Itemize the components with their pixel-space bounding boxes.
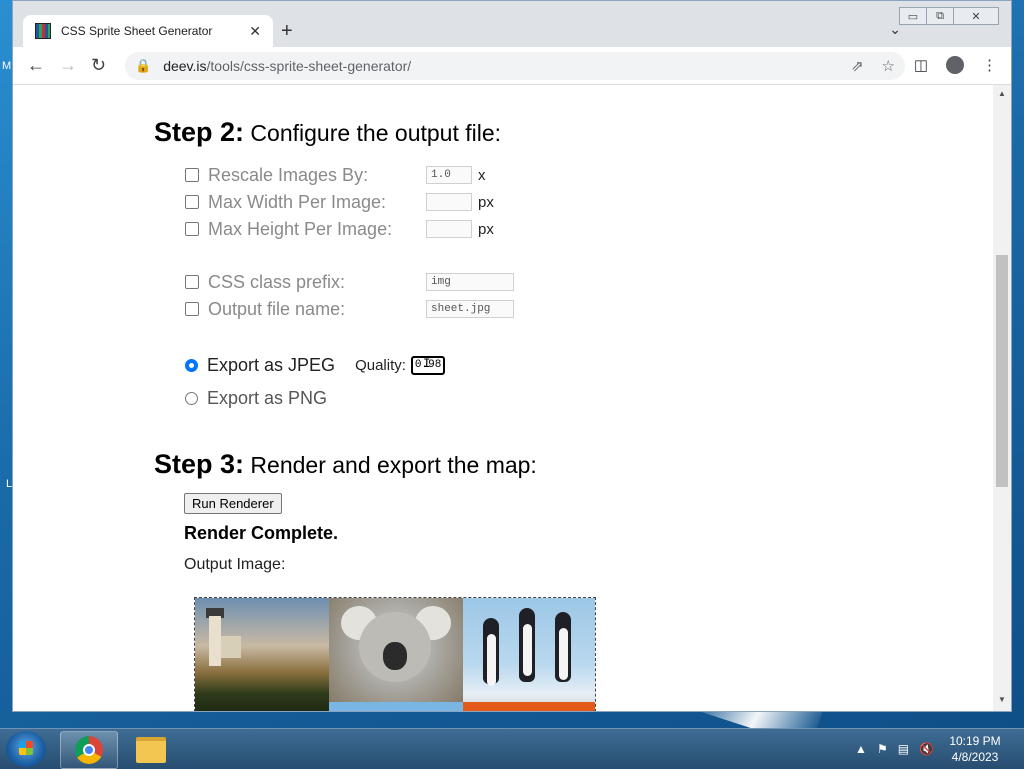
rescale-unit: x	[478, 166, 486, 184]
css-prefix-checkbox[interactable]	[185, 275, 199, 289]
step2-label: Step 2:	[154, 117, 245, 147]
system-tray: ▲ ⚑ ▤ 🔇 10:19 PM 4/8/2023	[855, 729, 1024, 769]
css-prefix-input[interactable]: img	[426, 273, 514, 291]
quality-input[interactable]: 0.98 I	[410, 356, 445, 375]
tray-expand-icon[interactable]: ▲	[855, 742, 867, 756]
css-prefix-label: CSS class prefix:	[208, 271, 346, 292]
toolbar-right-actions: ◫ ⋮	[914, 56, 997, 74]
lock-icon[interactable]: 🔒	[135, 58, 151, 74]
output-filename-label: Output file name:	[208, 298, 346, 319]
file-explorer-icon[interactable]	[136, 737, 166, 763]
max-height-checkbox[interactable]	[185, 222, 199, 236]
rescale-label: Rescale Images By:	[208, 164, 369, 185]
desktop-edge-text: M	[2, 60, 12, 72]
chrome-icon	[75, 736, 103, 764]
window-controls: ▭ ⧉ ✕	[899, 7, 999, 25]
taskbar-clock[interactable]: 10:19 PM 4/8/2023	[944, 733, 1006, 765]
lighthouse-house	[221, 636, 241, 658]
rescale-checkbox[interactable]	[185, 168, 199, 182]
new-tab-button[interactable]: +	[281, 19, 293, 43]
tab-close-icon[interactable]: ✕	[249, 23, 261, 40]
share-icon[interactable]: ⇗	[851, 57, 864, 75]
lighthouse-tower	[209, 616, 221, 666]
clock-time: 10:19 PM	[949, 734, 1001, 748]
clock-date: 4/8/2023	[951, 750, 999, 764]
max-width-input[interactable]	[426, 193, 472, 211]
side-panel-icon[interactable]: ◫	[914, 56, 928, 74]
quality-label: Quality:	[355, 357, 406, 374]
export-png-radio[interactable]	[185, 392, 198, 405]
step3-label: Step 3:	[154, 449, 245, 479]
scroll-up-arrow-icon[interactable]: ▲	[998, 89, 1006, 98]
sprite-hydrangeas-partial	[329, 702, 463, 711]
penguin-1	[483, 618, 499, 686]
max-width-checkbox[interactable]	[185, 195, 199, 209]
kebab-menu-icon[interactable]: ⋮	[982, 56, 997, 74]
max-height-label: Max Height Per Image:	[208, 218, 393, 239]
tab-title: CSS Sprite Sheet Generator	[61, 24, 213, 38]
output-filename-input[interactable]: sheet.jpg	[426, 300, 514, 318]
option-css-prefix: CSS class prefix: img	[185, 271, 514, 293]
max-width-unit: px	[478, 193, 494, 211]
option-max-height: Max Height Per Image: px	[185, 218, 494, 240]
penguin-3	[555, 612, 571, 682]
option-rescale: Rescale Images By: 1.0 x	[185, 164, 486, 186]
export-jpeg-radio[interactable]	[185, 359, 198, 372]
bookmark-star-icon[interactable]: ☆	[882, 57, 895, 75]
output-sprite-sheet	[194, 597, 596, 711]
forward-arrow-icon[interactable]: →	[59, 55, 77, 75]
render-status: Render Complete.	[184, 523, 339, 543]
step2-title: Configure the output file:	[244, 120, 502, 146]
tab-css-sprite-sheet-generator[interactable]: CSS Sprite Sheet Generator ✕	[23, 15, 273, 47]
output-image-label: Output Image:	[184, 556, 286, 573]
scroll-down-arrow-icon[interactable]: ▼	[998, 695, 1006, 704]
export-jpeg-label[interactable]: Export as JPEG	[207, 355, 335, 376]
maximize-button[interactable]: ⧉	[926, 7, 954, 25]
sprite-penguins	[463, 598, 595, 711]
step3-heading: Step 3: Render and export the map:	[154, 449, 537, 480]
network-icon[interactable]: ▤	[898, 742, 909, 756]
browser-window: CSS Sprite Sheet Generator ✕ + ⌄ ▭ ⧉ ✕ ←…	[12, 0, 1012, 712]
max-height-unit: px	[478, 220, 494, 238]
page-viewport: Step 2: Configure the output file: Resca…	[13, 85, 993, 711]
taskbar: ▲ ⚑ ▤ 🔇 10:19 PM 4/8/2023	[0, 728, 1024, 769]
sprite-tulips-partial	[463, 702, 595, 711]
max-width-label: Max Width Per Image:	[208, 191, 387, 212]
export-png-row: Export as PNG	[185, 388, 327, 409]
export-jpeg-row: Export as JPEG Quality: 0.98 I	[185, 355, 445, 376]
close-window-button[interactable]: ✕	[953, 7, 999, 25]
url-path: /tools/css-sprite-sheet-generator/	[206, 58, 412, 74]
taskbar-chrome-button[interactable]	[60, 731, 118, 769]
back-arrow-icon[interactable]: ←	[27, 55, 45, 75]
address-bar-actions: ⇗ ☆	[851, 57, 895, 75]
profile-avatar-icon[interactable]	[946, 56, 964, 74]
option-max-width: Max Width Per Image: px	[185, 191, 494, 213]
scrollbar-thumb[interactable]	[996, 255, 1008, 487]
option-output-filename: Output file name: sheet.jpg	[185, 298, 514, 320]
favicon-icon	[35, 23, 51, 39]
sprite-lighthouse	[195, 598, 329, 711]
tab-strip: CSS Sprite Sheet Generator ✕ + ⌄ ▭ ⧉ ✕	[13, 1, 1011, 47]
windows-logo-icon	[19, 741, 33, 755]
address-bar[interactable]: 🔒 deev.is /tools/css-sprite-sheet-genera…	[125, 52, 905, 80]
penguin-2	[519, 608, 535, 682]
koala-nose	[383, 642, 407, 670]
sprite-koala	[329, 598, 463, 711]
page-scrollbar[interactable]: ▲ ▼	[993, 85, 1011, 711]
url-host: deev.is	[163, 58, 207, 74]
step3-title: Render and export the map:	[244, 452, 537, 478]
action-center-flag-icon[interactable]: ⚑	[877, 742, 888, 756]
volume-muted-icon[interactable]: 🔇	[919, 742, 934, 756]
step2-heading: Step 2: Configure the output file:	[154, 117, 501, 148]
export-png-label[interactable]: Export as PNG	[207, 388, 327, 409]
minimize-button[interactable]: ▭	[899, 7, 927, 25]
output-filename-checkbox[interactable]	[185, 302, 199, 316]
text-cursor-icon: I	[422, 356, 431, 371]
start-button[interactable]	[6, 731, 46, 767]
max-height-input[interactable]	[426, 220, 472, 238]
run-renderer-button[interactable]: Run Renderer	[184, 493, 282, 514]
reload-icon[interactable]: ↻	[91, 55, 106, 75]
rescale-input[interactable]: 1.0	[426, 166, 472, 184]
browser-toolbar: ← → ↻ 🔒 deev.is /tools/css-sprite-sheet-…	[13, 47, 1011, 85]
